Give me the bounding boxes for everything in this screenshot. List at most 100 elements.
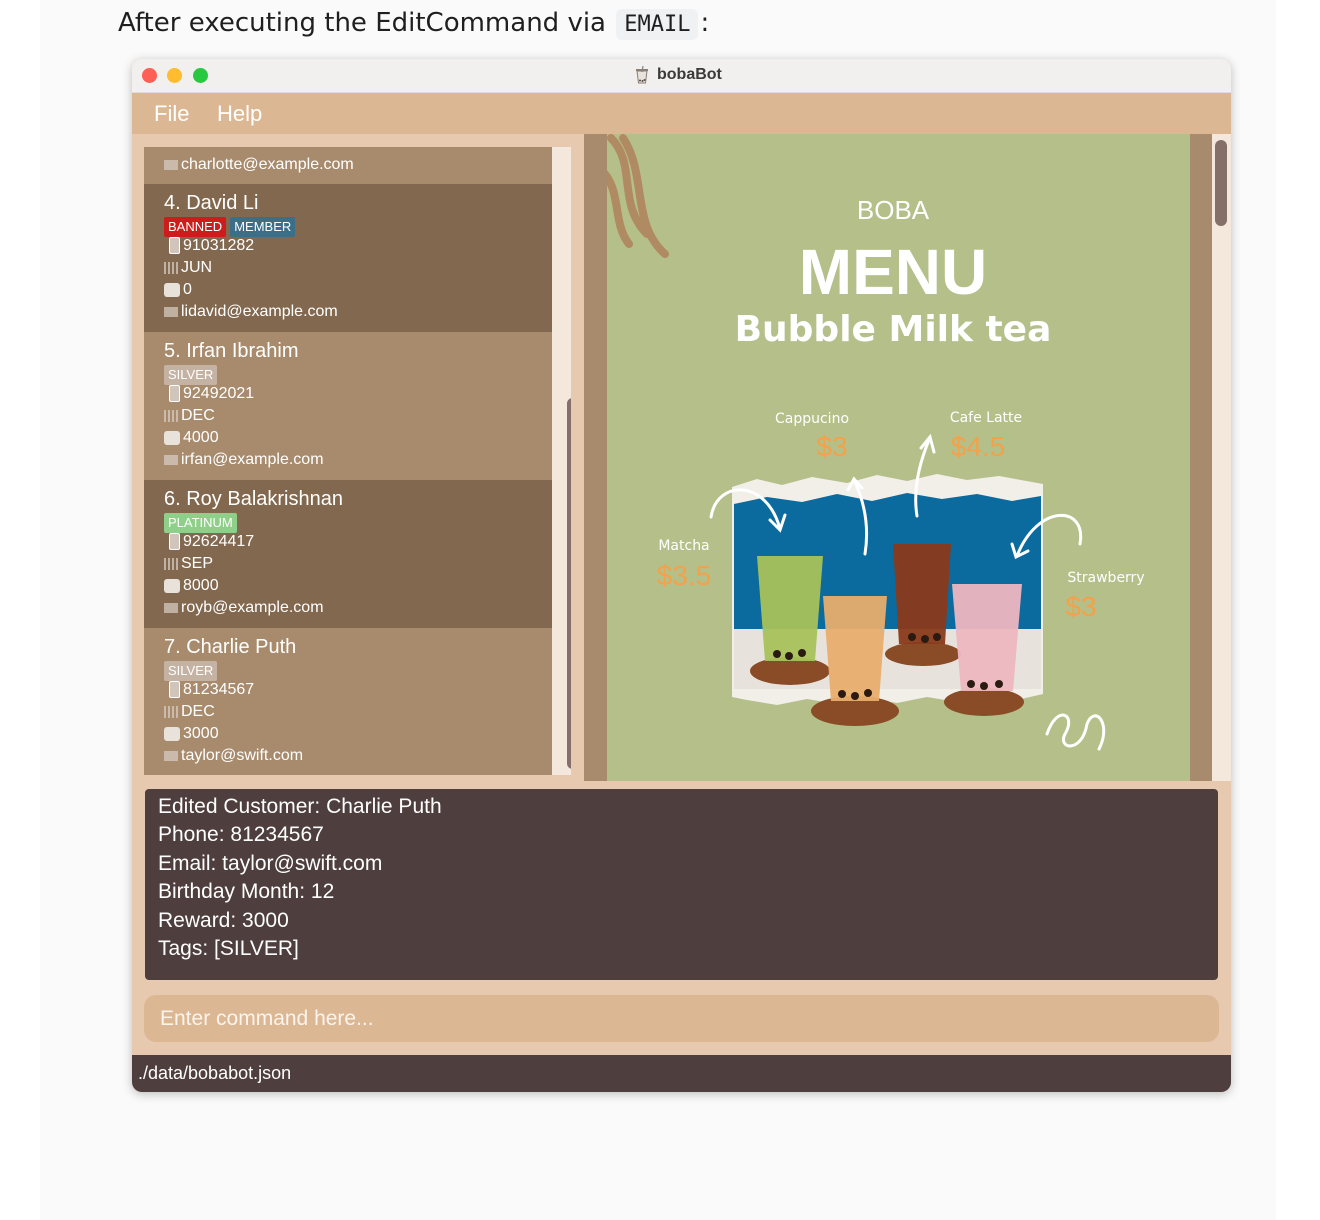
heading-text: After executing the EditCommand via	[118, 8, 615, 38]
result-line: Birthday Month: 12	[158, 880, 335, 903]
gift-icon	[164, 726, 180, 741]
reward-field: 4000	[164, 429, 219, 451]
doc-heading: After executing the EditCommand via EMAI…	[118, 8, 710, 40]
email-value: charlotte@example.com	[181, 156, 354, 173]
poster-boba-text: BOBA	[857, 195, 930, 225]
customer-name: 6. Roy Balakrishnan	[164, 488, 343, 510]
result-line: Phone: 81234567	[158, 823, 324, 846]
app-window: bobaBot File Help 12345 charlotte@exampl…	[132, 59, 1231, 1092]
result-line: Email: taylor@swift.com	[158, 852, 383, 875]
customer-list[interactable]: 12345 charlotte@example.com 4. David Li …	[144, 147, 571, 775]
tag-row: SILVER	[164, 661, 221, 681]
list-item[interactable]: 12345 charlotte@example.com	[144, 147, 552, 184]
birthday-field: DEC	[164, 703, 215, 725]
close-window-button[interactable]	[142, 68, 157, 83]
email-field: lidavid@example.com	[164, 303, 338, 325]
email-icon	[164, 306, 178, 317]
title-bar: bobaBot	[132, 59, 1231, 93]
cake-icon	[164, 557, 178, 570]
email-value: irfan@example.com	[181, 451, 324, 468]
command-box[interactable]	[144, 995, 1219, 1042]
reward-value: 3000	[183, 725, 219, 742]
phone-field: 92624417	[164, 533, 254, 555]
email-value: taylor@swift.com	[181, 747, 304, 764]
poster-item-name: Matcha	[658, 538, 709, 554]
poster-item-price: $3	[816, 431, 847, 462]
phone-icon	[169, 681, 180, 699]
reward-field: 0	[164, 281, 192, 303]
birthday-value: SEP	[181, 555, 214, 572]
list-item[interactable]: 4. David Li BANNED MEMBER 91031282 JUN 0 …	[144, 184, 552, 332]
birthday-value: DEC	[181, 703, 215, 720]
birthday-value: JUN	[181, 259, 213, 276]
reward-field: 3000	[164, 725, 219, 747]
poster-item-price: $3.5	[657, 560, 712, 591]
heading-colon: :	[700, 8, 710, 38]
menu-image-pane[interactable]: BOBA MENU Bubble Milk tea Cappucino $3 C…	[584, 134, 1231, 781]
minimize-window-button[interactable]	[167, 68, 182, 83]
cake-icon	[164, 705, 178, 718]
poster-item-price: $3	[1065, 591, 1096, 622]
birthday-value: DEC	[181, 407, 215, 424]
result-line: Edited Customer: Charlie Puth	[158, 795, 442, 818]
tag-row: SILVER	[164, 365, 221, 385]
reward-value: 8000	[183, 577, 219, 594]
gift-icon	[164, 282, 180, 297]
reward-field: 8000	[164, 577, 219, 599]
status-bar: ./data/bobabot.json	[132, 1055, 1231, 1092]
email-icon	[164, 750, 178, 761]
email-value: lidavid@example.com	[181, 303, 338, 320]
poster-item-name: Strawberry	[1067, 570, 1144, 586]
email-field: royb@example.com	[164, 599, 324, 621]
heading-code: EMAIL	[616, 9, 699, 40]
result-line: Reward: 3000	[158, 909, 289, 932]
tag-member: MEMBER	[230, 217, 296, 237]
birthday-field: SEP	[164, 555, 213, 577]
email-icon	[164, 159, 178, 170]
email-icon	[164, 602, 178, 613]
phone-value: 91031282	[183, 237, 255, 254]
menu-bar: File Help	[132, 93, 1231, 134]
birthday-field: JUN	[164, 259, 212, 281]
phone-value: 92492021	[183, 385, 255, 402]
tag-row: BANNED MEMBER	[164, 217, 299, 237]
phone-field: 91031282	[164, 237, 254, 259]
menu-help[interactable]: Help	[217, 101, 262, 127]
command-input[interactable]	[144, 995, 1219, 1042]
list-item[interactable]: 7. Charlie Puth SILVER 81234567 DEC 3000…	[144, 628, 552, 775]
customer-name: 4. David Li	[164, 192, 259, 214]
poster-item-name: Cafe Latte	[950, 410, 1022, 426]
tag-silver: SILVER	[164, 365, 218, 385]
phone-icon	[169, 533, 180, 551]
tag-row: PLATINUM	[164, 513, 241, 533]
phone-field: 92492021	[164, 385, 254, 407]
email-value: royb@example.com	[181, 599, 324, 616]
list-item[interactable]: 6. Roy Balakrishnan PLATINUM 92624417 SE…	[144, 480, 552, 628]
boba-cup-icon	[636, 66, 648, 84]
boba-menu-poster: BOBA MENU Bubble Milk tea Cappucino $3 C…	[607, 134, 1190, 781]
list-scrollbar-thumb[interactable]	[567, 398, 571, 769]
phone-icon	[169, 385, 180, 403]
customer-name: 5. Irfan Ibrahim	[164, 340, 299, 362]
zoom-window-button[interactable]	[193, 68, 208, 83]
menu-scrollbar-thumb[interactable]	[1215, 140, 1227, 226]
phone-field: 81234567	[164, 681, 254, 703]
cake-icon	[164, 409, 178, 422]
poster-subtitle: Bubble Milk tea	[735, 309, 1052, 350]
phone-value: 81234567	[183, 681, 255, 698]
result-display: Edited Customer: Charlie Puth Phone: 812…	[145, 789, 1218, 980]
menu-file[interactable]: File	[154, 101, 189, 127]
email-field: charlotte@example.com	[164, 156, 354, 178]
save-file-path: ./data/bobabot.json	[138, 1063, 292, 1083]
poster-menu-text: MENU	[799, 236, 987, 308]
email-field: taylor@swift.com	[164, 747, 303, 769]
tag-banned: BANNED	[164, 217, 227, 237]
tag-silver: SILVER	[164, 661, 218, 681]
result-line: Tags: [SILVER]	[158, 937, 299, 960]
window-title: bobaBot	[657, 66, 722, 83]
list-item[interactable]: 5. Irfan Ibrahim SILVER 92492021 DEC 400…	[144, 332, 552, 480]
poster-art: BOBA MENU Bubble Milk tea Cappucino $3 C…	[607, 134, 1145, 751]
gift-icon	[164, 578, 180, 593]
email-field: irfan@example.com	[164, 451, 324, 473]
gift-icon	[164, 430, 180, 445]
